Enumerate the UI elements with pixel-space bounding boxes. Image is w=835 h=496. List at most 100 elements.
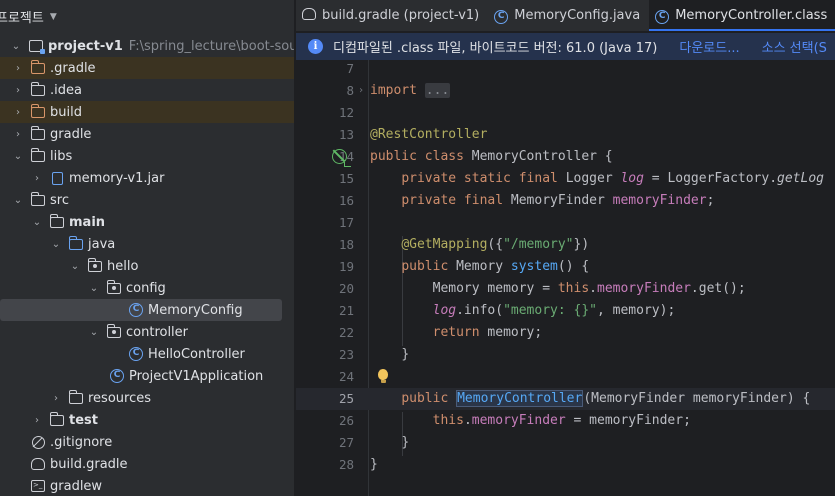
lightbulb-icon[interactable] bbox=[378, 369, 388, 383]
tree-item-build-gradle[interactable]: build.gradle bbox=[0, 453, 294, 475]
code-editor[interactable]: 7 8 › import ... 12 13 @RestController 1… bbox=[296, 60, 835, 496]
chevron-right-icon[interactable]: › bbox=[50, 393, 62, 404]
code-punct: () { bbox=[557, 259, 590, 274]
chevron-down-icon[interactable]: ▼ bbox=[50, 12, 57, 22]
fold-expand-icon[interactable]: › bbox=[358, 85, 364, 96]
jar-icon bbox=[49, 171, 65, 185]
line-number: 7 bbox=[346, 61, 354, 76]
chevron-down-icon[interactable]: ⌄ bbox=[12, 151, 24, 162]
chevron-right-icon[interactable]: › bbox=[31, 173, 43, 184]
tab-label: build.gradle (project-v1) bbox=[322, 8, 480, 23]
folded-imports[interactable]: ... bbox=[424, 83, 451, 98]
tree-item-resources[interactable]: › resources bbox=[0, 387, 294, 409]
code-line[interactable]: 26 this.memoryFinder = memoryFinder; bbox=[296, 410, 835, 432]
chevron-down-icon[interactable]: ⌄ bbox=[12, 195, 24, 206]
code-constructor-name: MemoryController bbox=[456, 390, 584, 407]
tree-item-memoryconfig[interactable]: C MemoryConfig bbox=[0, 299, 282, 321]
tab-memoryconfig[interactable]: C MemoryConfig.java bbox=[488, 0, 649, 31]
tree-item-hellocontroller[interactable]: C HelloController bbox=[0, 343, 294, 365]
code-line[interactable]: 17 bbox=[296, 212, 835, 234]
code-line[interactable]: 8 › import ... bbox=[296, 80, 835, 102]
tree-item-idea[interactable]: › .idea bbox=[0, 79, 294, 101]
tree-item-gradle-cache[interactable]: › .gradle bbox=[0, 57, 294, 79]
choose-sources-link[interactable]: 소스 선택(S bbox=[762, 37, 827, 56]
code-line[interactable]: 27 } bbox=[296, 432, 835, 454]
tab-label: MemoryController.class bbox=[675, 8, 828, 23]
gradle-icon bbox=[30, 457, 46, 471]
tree-item-memory-jar[interactable]: › memory-v1.jar bbox=[0, 167, 294, 189]
code-keyword: public bbox=[401, 259, 449, 274]
chevron-right-icon[interactable]: › bbox=[12, 129, 24, 140]
code-line[interactable]: 20 Memory memory = this.memoryFinder.get… bbox=[296, 278, 835, 300]
code-annotation: @GetMapping bbox=[401, 237, 488, 252]
code-line[interactable]: 12 bbox=[296, 102, 835, 124]
code-line[interactable]: 14 public class MemoryController { bbox=[296, 146, 835, 168]
code-line[interactable] bbox=[296, 476, 835, 496]
project-panel-header[interactable]: 프로젝트 ▼ bbox=[0, 0, 294, 33]
gradle-icon bbox=[302, 7, 316, 24]
spring-bean-gutter-icon[interactable] bbox=[332, 149, 351, 167]
code-keyword: import bbox=[370, 83, 417, 98]
class-icon: C bbox=[128, 347, 144, 361]
chevron-right-icon[interactable]: › bbox=[31, 415, 43, 426]
tree-item-label: ProjectV1Application bbox=[129, 368, 264, 384]
download-sources-link[interactable]: 다운로드... bbox=[679, 37, 739, 56]
tree-item-projectv1application[interactable]: C ProjectV1Application bbox=[0, 365, 294, 387]
chevron-right-icon[interactable]: › bbox=[12, 107, 24, 118]
chevron-right-icon[interactable]: › bbox=[12, 63, 24, 74]
tree-item-label: controller bbox=[126, 324, 189, 340]
code-line[interactable]: 7 bbox=[296, 58, 835, 80]
chevron-down-icon[interactable]: ⌄ bbox=[10, 41, 22, 52]
tree-item-main[interactable]: ⌄ main bbox=[0, 211, 294, 233]
class-icon: C bbox=[494, 7, 509, 24]
tree-item-java[interactable]: ⌄ java bbox=[0, 233, 294, 255]
folder-icon bbox=[30, 125, 46, 141]
line-number: 8 bbox=[346, 83, 354, 98]
code-line[interactable]: 16 private final MemoryFinder memoryFind… bbox=[296, 190, 835, 212]
folder-excluded-icon bbox=[30, 59, 46, 75]
tree-item-hello[interactable]: ⌄ hello bbox=[0, 255, 294, 277]
tab-memorycontroller[interactable]: C MemoryController.class × bbox=[649, 0, 835, 31]
code-line[interactable]: 22 return memory; bbox=[296, 322, 835, 344]
tree-item-gitignore[interactable]: .gitignore bbox=[0, 431, 294, 453]
code-line[interactable]: 24 bbox=[296, 366, 835, 388]
tree-item-gradle[interactable]: › gradle bbox=[0, 123, 294, 145]
editor-tab-bar: build.gradle (project-v1) C MemoryConfig… bbox=[296, 0, 835, 32]
tree-item-src[interactable]: ⌄ src bbox=[0, 189, 294, 211]
tab-build-gradle[interactable]: build.gradle (project-v1) bbox=[296, 0, 488, 31]
code-keyword: this bbox=[557, 281, 590, 296]
tree-item-label: memory-v1.jar bbox=[69, 170, 165, 186]
tree-item-label: HelloController bbox=[148, 346, 245, 362]
code-line[interactable]: 21 log.info("memory: {}", memory); bbox=[296, 300, 835, 322]
code-punct: ({ bbox=[487, 237, 504, 252]
code-declaration: Memory memory = bbox=[432, 281, 558, 296]
project-panel-title[interactable]: 프로젝트 bbox=[0, 7, 44, 26]
code-line[interactable]: 18 @GetMapping({"/memory"}) bbox=[296, 234, 835, 256]
tree-item-gradlew[interactable]: >_ gradlew bbox=[0, 475, 294, 496]
chevron-down-icon[interactable]: ⌄ bbox=[88, 283, 100, 294]
code-line[interactable]: 15 private static final Logger log = Log… bbox=[296, 168, 835, 190]
code-keyword: private final bbox=[401, 193, 504, 208]
chevron-down-icon[interactable]: ⌄ bbox=[50, 239, 62, 250]
line-number: 12 bbox=[338, 105, 354, 120]
tree-item-label: java bbox=[88, 236, 116, 252]
chevron-down-icon[interactable]: ⌄ bbox=[69, 261, 81, 272]
package-icon bbox=[87, 257, 103, 273]
chevron-down-icon[interactable]: ⌄ bbox=[88, 327, 100, 338]
code-line[interactable]: 23 } bbox=[296, 344, 835, 366]
tree-item-config[interactable]: ⌄ config bbox=[0, 277, 294, 299]
code-line[interactable]: 19 public Memory system() { bbox=[296, 256, 835, 278]
tree-item-controller[interactable]: ⌄ controller bbox=[0, 321, 294, 343]
tree-item-test[interactable]: › test bbox=[0, 409, 294, 431]
editor-area: build.gradle (project-v1) C MemoryConfig… bbox=[296, 0, 835, 496]
code-punct: }) bbox=[573, 237, 590, 252]
tree-item-project-v1[interactable]: ⌄ project-v1 F:\spring_lecture\boot-sour… bbox=[0, 35, 294, 57]
code-line-current[interactable]: 25 public MemoryController(MemoryFinder … bbox=[296, 388, 835, 410]
code-line[interactable]: 28 } bbox=[296, 454, 835, 476]
tree-item-build[interactable]: › build bbox=[0, 101, 294, 123]
code-string: "/memory" bbox=[503, 237, 574, 252]
chevron-right-icon[interactable]: › bbox=[12, 85, 24, 96]
tree-item-libs[interactable]: ⌄ libs bbox=[0, 145, 294, 167]
chevron-down-icon[interactable]: ⌄ bbox=[31, 217, 43, 228]
code-line[interactable]: 13 @RestController bbox=[296, 124, 835, 146]
